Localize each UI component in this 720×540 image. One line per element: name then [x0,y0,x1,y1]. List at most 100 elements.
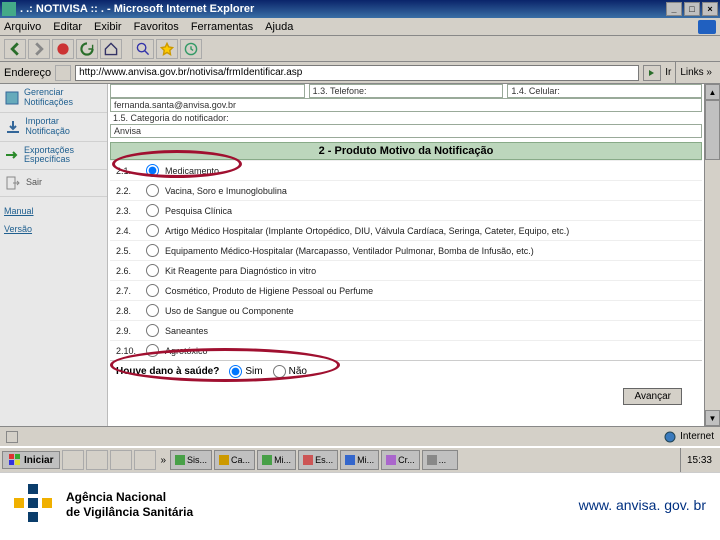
back-button[interactable] [4,39,26,59]
advance-button[interactable]: Avançar [623,388,682,405]
radio-vacina[interactable] [146,184,159,197]
radio-medicamento[interactable] [146,164,159,177]
option-23[interactable]: 2.3.Pesquisa Clínica [110,200,702,220]
quick-launch-2[interactable] [86,450,108,470]
radio-kit[interactable] [146,264,159,277]
radio-cosmetico[interactable] [146,284,159,297]
task-tab[interactable]: Ca... [214,450,255,470]
system-clock[interactable]: 15:33 [680,448,718,472]
go-button[interactable] [643,65,661,81]
menu-ferramentas[interactable]: Ferramentas [191,21,253,33]
quick-launch-3[interactable] [110,450,132,470]
option-24[interactable]: 2.4.Artigo Médico Hospitalar (Implante O… [110,220,702,240]
scroll-up-button[interactable]: ▲ [705,84,720,100]
radio-sangue[interactable] [146,304,159,317]
import-icon [4,118,21,136]
field-celular: 1.4. Celular: [507,84,702,98]
minimize-button[interactable]: _ [666,2,682,16]
scroll-thumb[interactable] [705,100,720,160]
option-26[interactable]: 2.6.Kit Reagente para Diagnóstico in vit… [110,260,702,280]
option-27[interactable]: 2.7.Cosmético, Produto de Higiene Pessoa… [110,280,702,300]
menu-arquivo[interactable]: Arquivo [4,21,41,33]
export-icon [4,146,20,164]
option-label: Cosmético, Produto de Higiene Pessoal ou… [165,286,373,296]
radio-pesquisa[interactable] [146,204,159,217]
dano-nao[interactable]: Não [273,365,307,378]
menu-bar: Arquivo Editar Exibir Favoritos Ferramen… [0,18,720,36]
dano-question: Houve dano à saúde? Sim Não [110,360,702,382]
start-label: Iniciar [24,455,53,466]
quick-launch-4[interactable] [134,450,156,470]
sidebar-item-manual[interactable]: Manual [0,197,107,221]
main-panel: 1.3. Telefone: 1.4. Celular: fernanda.sa… [108,84,720,426]
option-210[interactable]: 2.10.Agrotóxico [110,340,702,360]
maximize-button[interactable]: □ [684,2,700,16]
option-label: Equipamento Médico-Hospitalar (Marcapass… [165,246,534,256]
option-label: Artigo Médico Hospitalar (Implante Ortop… [165,226,569,236]
task-tab[interactable]: Mi... [340,450,379,470]
sidebar-label: Exportações Específicas [24,146,103,166]
radio-nao[interactable] [273,365,286,378]
field-categoria: Anvisa [110,124,702,138]
url-input[interactable] [75,65,639,81]
menu-editar[interactable]: Editar [53,21,82,33]
task-tab[interactable]: Es... [298,450,338,470]
menu-ajuda[interactable]: Ajuda [265,21,293,33]
go-label: Ir [665,67,671,78]
sidebar-item-versao[interactable]: Versão [0,221,107,239]
home-button[interactable] [100,39,122,59]
dano-sim[interactable]: Sim [229,365,262,378]
window-title: . .: NOTIVISA :: . - Microsoft Internet … [20,3,254,15]
task-tab[interactable]: Mi... [257,450,296,470]
close-button[interactable]: × [702,2,718,16]
field-12 [110,84,305,98]
menu-favoritos[interactable]: Favoritos [134,21,179,33]
section-header: 2 - Produto Motivo da Notificação [110,142,702,160]
sidebar-label: Gerenciar Notificações [24,88,103,108]
anvisa-logo [14,484,56,526]
app-icon [2,2,16,16]
task-tab[interactable]: ... [422,450,458,470]
option-22[interactable]: 2.2.Vacina, Soro e Imunoglobulina [110,180,702,200]
field-email: fernanda.santa@anvisa.gov.br [110,98,702,112]
stop-button[interactable] [52,39,74,59]
sidebar-item-gerenciar[interactable]: Gerenciar Notificações [0,84,107,113]
task-tab[interactable]: Cr... [381,450,420,470]
refresh-button[interactable] [76,39,98,59]
option-29[interactable]: 2.9.Saneantes [110,320,702,340]
radio-artigo[interactable] [146,224,159,237]
msn-icon[interactable] [698,20,716,34]
address-label: Endereço [4,67,51,79]
task-tab[interactable]: Sis... [170,450,212,470]
radio-saneantes[interactable] [146,324,159,337]
favorites-button[interactable] [156,39,178,59]
manage-icon [4,89,20,107]
globe-icon [664,431,676,443]
menu-exibir[interactable]: Exibir [94,21,122,33]
footer-line1: Agência Nacional [66,490,193,504]
vertical-scrollbar[interactable]: ▲ ▼ [704,84,720,426]
sidebar: Gerenciar Notificações Importar Notifica… [0,84,108,426]
forward-button[interactable] [28,39,50,59]
slide-footer: Agência Nacional de Vigilância Sanitária… [0,472,720,536]
status-bar: Internet [0,426,720,446]
exit-icon [4,174,22,192]
quick-launch-1[interactable] [62,450,84,470]
footer-org: Agência Nacional de Vigilância Sanitária [66,490,193,519]
radio-agro[interactable] [146,344,159,357]
sidebar-item-importar[interactable]: Importar Notificação [0,113,107,142]
option-21[interactable]: 2.1.Medicamento [110,160,702,180]
sidebar-item-exportacoes[interactable]: Exportações Específicas [0,142,107,171]
zone-label: Internet [680,431,714,442]
radio-sim[interactable] [229,365,242,378]
option-25[interactable]: 2.5.Equipamento Médico-Hospitalar (Marca… [110,240,702,260]
links-button[interactable]: Links » [675,62,716,83]
search-button[interactable] [132,39,154,59]
sidebar-item-sair[interactable]: Sair [0,170,107,197]
window-titlebar: . .: NOTIVISA :: . - Microsoft Internet … [0,0,720,18]
history-button[interactable] [180,39,202,59]
scroll-down-button[interactable]: ▼ [705,410,720,426]
option-28[interactable]: 2.8.Uso de Sangue ou Componente [110,300,702,320]
start-button[interactable]: Iniciar [2,451,60,469]
radio-equip[interactable] [146,244,159,257]
